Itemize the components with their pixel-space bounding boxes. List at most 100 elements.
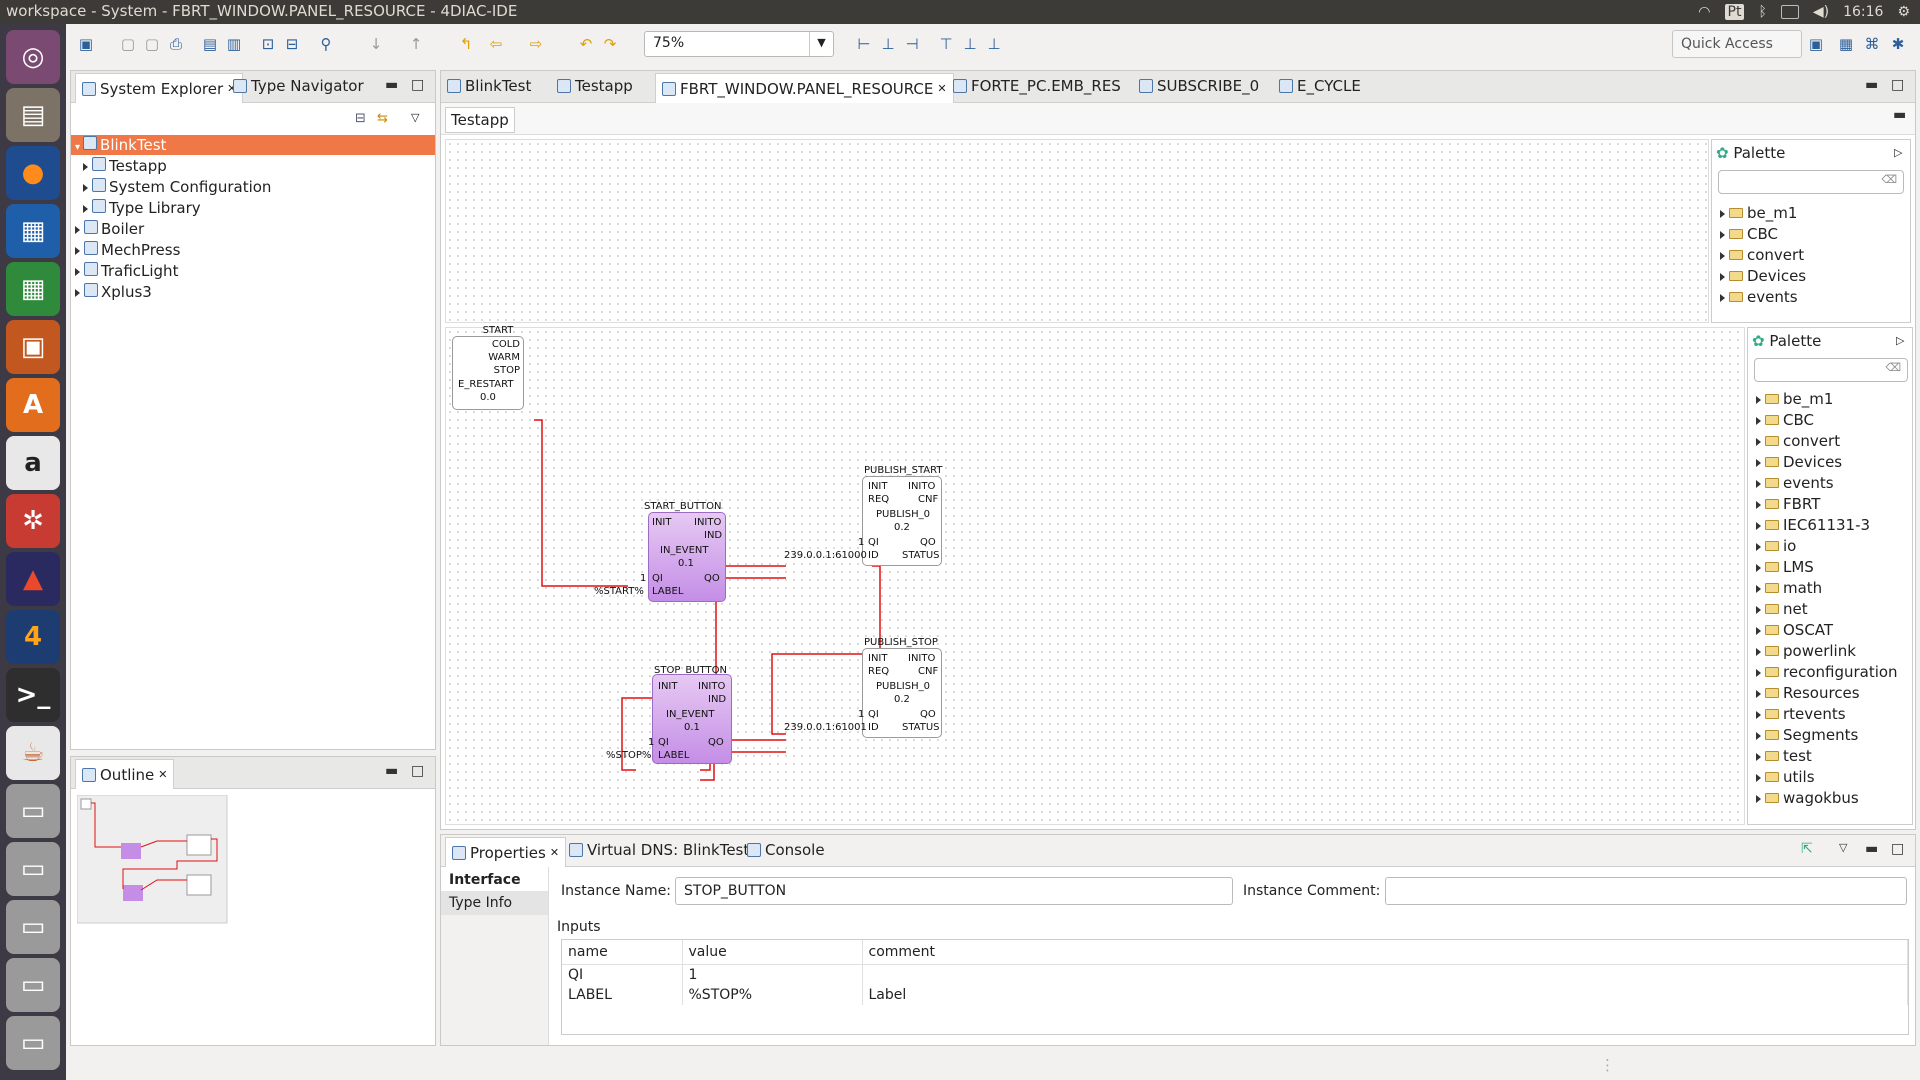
pin-ind[interactable]: IND	[708, 693, 726, 706]
expand-icon[interactable]	[1756, 522, 1761, 530]
tab-e-cycle[interactable]: E_CYCLE	[1279, 77, 1361, 95]
fb-start[interactable]: START COLD WARM STOP E_RESTART 0.0	[452, 324, 532, 410]
palette-item[interactable]: test	[1756, 747, 1898, 768]
files-icon[interactable]: ▤	[6, 88, 60, 142]
cell-comment[interactable]: Label	[862, 985, 1908, 1005]
pin-inito[interactable]: INITO	[908, 480, 935, 493]
tab-testapp[interactable]: Testapp	[557, 77, 633, 95]
minimize-icon[interactable]: ▬	[1865, 841, 1878, 857]
palette-item[interactable]: events	[1720, 288, 1806, 309]
cell-name[interactable]: QI	[562, 964, 683, 985]
pin-init[interactable]: INIT	[658, 680, 678, 693]
pin-cnf[interactable]: CNF	[918, 665, 938, 678]
palette-item[interactable]: events	[1756, 474, 1898, 495]
minimize-icon[interactable]: ▬	[385, 763, 398, 779]
expand-icon[interactable]	[1756, 627, 1761, 635]
expand-icon[interactable]	[1756, 438, 1761, 446]
align-right-icon[interactable]: ⊣	[902, 34, 922, 54]
palette-search-input[interactable]: ⌫	[1754, 358, 1908, 382]
palette-item[interactable]: be_m1	[1756, 390, 1898, 411]
align-bottom-icon[interactable]: ⊥	[984, 34, 1004, 54]
qi-value[interactable]: 1	[640, 572, 646, 585]
zoom-combo[interactable]: 75% ▼	[644, 31, 834, 57]
bluetooth-icon[interactable]: ᛒ	[1758, 4, 1766, 20]
id-value[interactable]: 239.0.0.1:61001	[784, 721, 867, 734]
tab-fbrt-window-panel-resource[interactable]: FBRT_WINDOW.PANEL_RESOURCE ✕	[655, 73, 954, 103]
expand-icon[interactable]	[1720, 231, 1725, 239]
tree-item-blinktest[interactable]: ▾ BlinkTest	[71, 135, 435, 155]
expand-icon[interactable]	[1756, 753, 1761, 761]
palette-item[interactable]: utils	[1756, 768, 1898, 789]
instance-name-input[interactable]: STOP_BUTTON	[675, 877, 1233, 905]
cell-value[interactable]: 1	[682, 964, 863, 985]
close-icon[interactable]: ✕	[158, 768, 167, 781]
expand-icon[interactable]	[1720, 273, 1725, 281]
collapse-palette-icon[interactable]: ▷	[1896, 334, 1904, 347]
perspective-git-icon[interactable]: ⌘	[1862, 34, 1882, 54]
palette-item[interactable]: powerlink	[1756, 642, 1898, 663]
clock[interactable]: 16:16	[1843, 4, 1883, 20]
palette-item[interactable]: FBRT	[1756, 495, 1898, 516]
input-method-indicator[interactable]: Pt	[1724, 4, 1745, 20]
expand-icon[interactable]	[1720, 210, 1725, 218]
minimize-icon[interactable]: ▬	[385, 77, 398, 93]
fb-publish-start[interactable]: PUBLISH_START INIT INITO REQ CNF PUBLISH…	[780, 464, 950, 568]
palette-item[interactable]: Devices	[1720, 267, 1806, 288]
clear-icon[interactable]: ⌫	[1885, 361, 1901, 374]
next-annotation-icon[interactable]: ↓	[366, 34, 386, 54]
back-icon[interactable]: ⇦	[486, 34, 506, 54]
fb-publish-stop[interactable]: PUBLISH_STOP INIT INITO REQ CNF PUBLISH_…	[780, 636, 950, 740]
tree-item-testapp[interactable]: Testapp	[71, 156, 167, 176]
tree-item-type-library[interactable]: Type Library	[71, 198, 201, 218]
print-icon[interactable]: ⎙	[166, 34, 186, 54]
tree-item-traficlight[interactable]: TraficLight	[71, 261, 178, 281]
pin-inito[interactable]: INITO	[908, 652, 935, 665]
tab-outline[interactable]: Outline ✕	[75, 759, 175, 789]
expand-icon[interactable]	[1756, 606, 1761, 614]
software-center-icon[interactable]: A	[6, 378, 60, 432]
collapse-all-icon[interactable]: ⊟	[355, 111, 366, 126]
debug-icon[interactable]: ⊟	[282, 34, 302, 54]
close-icon[interactable]: ✕	[550, 846, 559, 859]
column-header-name[interactable]: name	[562, 940, 683, 965]
table-row[interactable]: LABEL %STOP% Label	[562, 985, 1908, 1005]
new-icon[interactable]: ▣	[76, 34, 96, 54]
drive-icon[interactable]: ▭	[6, 958, 60, 1012]
tab-properties[interactable]: Properties ✕	[445, 837, 567, 867]
palette-item[interactable]: reconfiguration	[1756, 663, 1898, 684]
undo-icon[interactable]: ↶	[576, 34, 596, 54]
pin-req[interactable]: REQ	[868, 665, 889, 678]
palette-item[interactable]: CBC	[1756, 411, 1898, 432]
perspective-debug-icon[interactable]: ✱	[1888, 34, 1908, 54]
tree-item-system-configuration[interactable]: System Configuration	[71, 177, 271, 197]
palette-item[interactable]: convert	[1720, 246, 1806, 267]
writer-icon[interactable]: ▦	[6, 204, 60, 258]
quick-access-input[interactable]: Quick Access	[1672, 30, 1802, 58]
pin-init[interactable]: INIT	[868, 652, 888, 665]
application-canvas[interactable]	[445, 139, 1709, 323]
pin-status[interactable]: STATUS	[902, 721, 940, 734]
java-icon[interactable]: ☕	[6, 726, 60, 780]
gear-icon[interactable]: ⚙	[1897, 4, 1910, 20]
forward-icon[interactable]: ⇨	[526, 34, 546, 54]
label-value[interactable]: %STOP%	[606, 749, 651, 762]
instance-comment-input[interactable]	[1385, 877, 1907, 905]
volume-icon[interactable]: ◀)	[1813, 4, 1829, 20]
pin-label[interactable]: LABEL	[652, 585, 683, 598]
pin-qi[interactable]: QI	[868, 536, 879, 549]
tab-system-explorer[interactable]: System Explorer ✕	[75, 73, 244, 103]
palette-item[interactable]: io	[1756, 537, 1898, 558]
last-edit-icon[interactable]: ↰	[456, 34, 476, 54]
expand-icon[interactable]	[1756, 648, 1761, 656]
tree-item-xplus3[interactable]: Xplus3	[71, 282, 152, 302]
open-perspective-icon[interactable]: ▣	[1806, 34, 1826, 54]
pin-qi[interactable]: QI	[652, 572, 663, 585]
expand-icon[interactable]	[83, 163, 88, 171]
tab-testapp-sub[interactable]: Testapp	[445, 107, 515, 133]
impress-icon[interactable]: ▣	[6, 320, 60, 374]
expand-icon[interactable]	[1756, 459, 1761, 467]
pin-qo[interactable]: QO	[920, 536, 936, 549]
palette-item[interactable]: Segments	[1756, 726, 1898, 747]
perspective-4diac-icon[interactable]: ▦	[1836, 34, 1856, 54]
tab-type-navigator[interactable]: Type Navigator	[233, 77, 364, 95]
